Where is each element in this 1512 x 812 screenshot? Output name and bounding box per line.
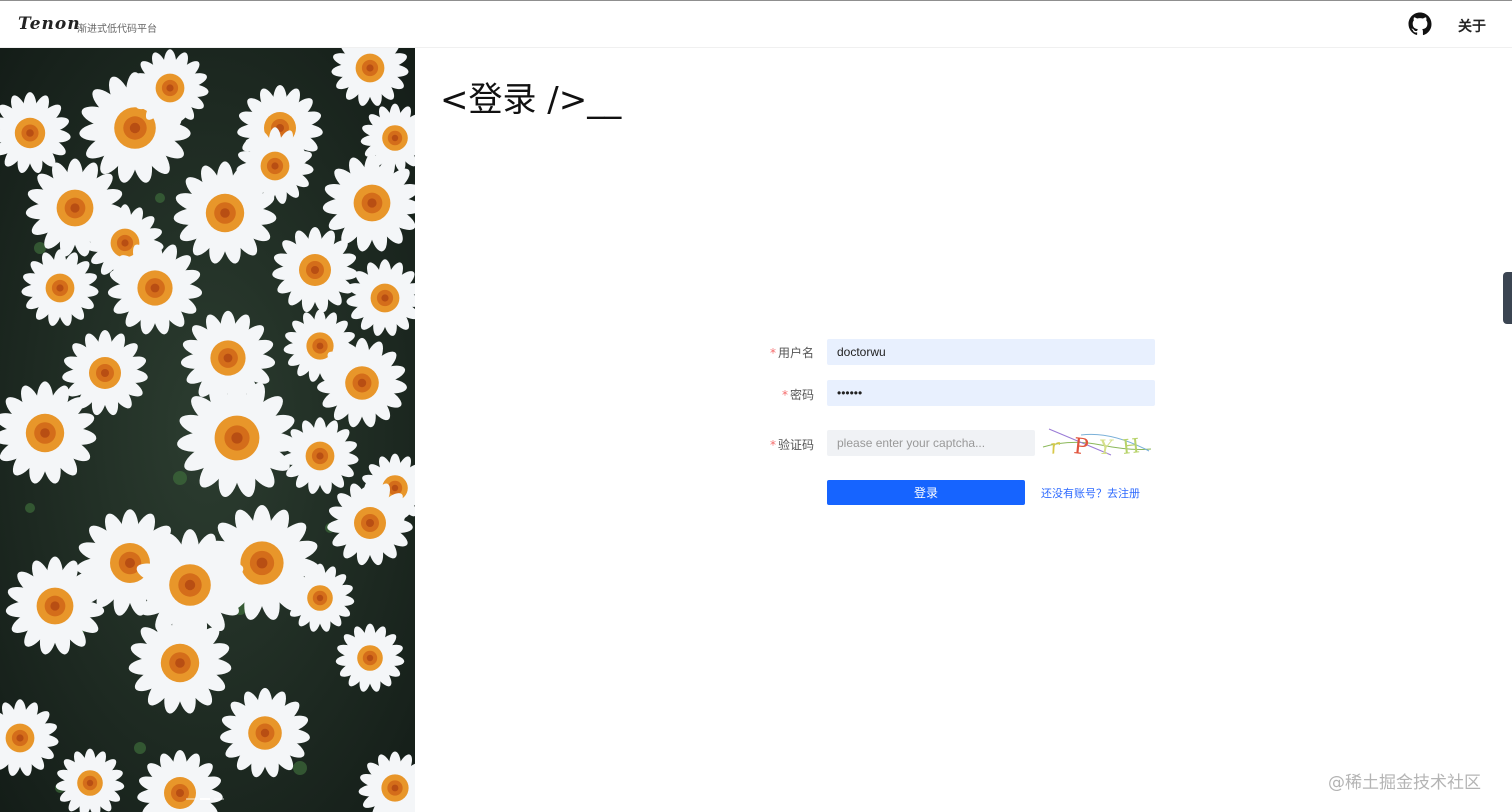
username-label-text: 用户名 <box>777 346 814 360</box>
carousel-dots[interactable] <box>186 798 224 800</box>
username-label: * 用户名 <box>760 344 814 361</box>
github-icon[interactable] <box>1408 12 1432 36</box>
captcha-label-text: 验证码 <box>777 438 814 452</box>
svg-text:Y: Y <box>1099 435 1114 459</box>
required-asterisk: * <box>769 346 776 360</box>
username-input[interactable] <box>827 339 1155 365</box>
top-header: Tenon 渐进式低代码平台 关于 <box>0 0 1512 48</box>
logo[interactable]: Tenon <box>18 14 81 34</box>
watermark: @稀土掘金技术社区 <box>1328 773 1481 793</box>
register-link[interactable]: 还没有账号？去注册 <box>1041 485 1140 501</box>
svg-text:H: H <box>1121 433 1141 459</box>
logo-subtitle: 渐进式低代码平台 <box>77 24 157 35</box>
about-link[interactable]: 关于 <box>1458 16 1486 36</box>
captcha-label: * 验证码 <box>760 436 814 453</box>
side-drawer-handle[interactable] <box>1503 272 1512 324</box>
required-asterisk: * <box>769 438 776 452</box>
captcha-input[interactable] <box>827 430 1035 456</box>
hero-image <box>0 48 415 812</box>
daisy-field-image <box>0 48 415 812</box>
svg-text:P: P <box>1072 434 1090 459</box>
login-page: Tenon 渐进式低代码平台 关于 <登录 />__ * 用户名 doctorw… <box>0 0 1512 812</box>
password-input[interactable] <box>827 380 1155 406</box>
password-label-text: 密码 <box>789 388 814 402</box>
svg-text:r: r <box>1048 434 1062 459</box>
required-asterisk: * <box>781 388 788 402</box>
page-title: <登录 />__ <box>440 80 622 120</box>
login-button[interactable]: 登录 <box>827 480 1025 505</box>
captcha-image[interactable]: r P Y H <box>1041 427 1153 459</box>
password-label: * 密码 <box>760 386 814 403</box>
